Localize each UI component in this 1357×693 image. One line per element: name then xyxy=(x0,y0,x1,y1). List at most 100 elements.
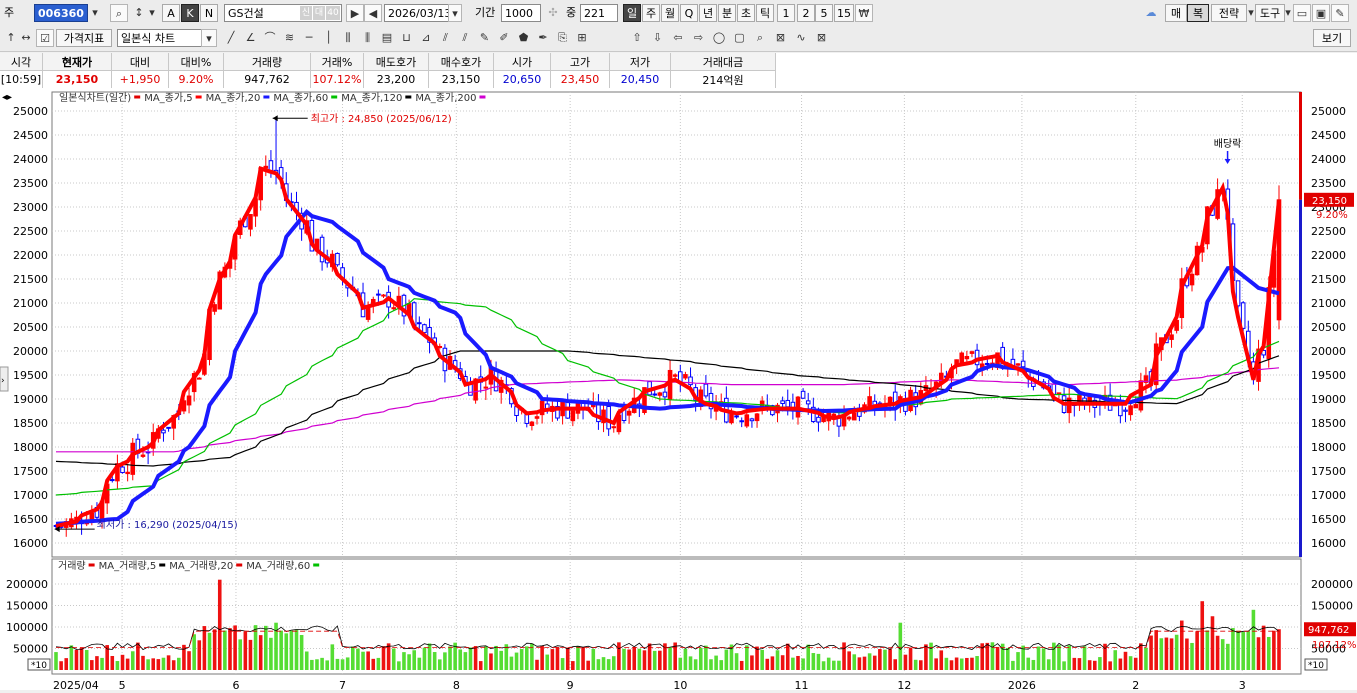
timeframe-button[interactable]: 1 xyxy=(777,4,795,22)
price-tick-label-left: 23500 xyxy=(13,177,48,190)
cross-tool-icon[interactable]: ⊠ xyxy=(772,29,790,47)
timeframe-button[interactable]: 15 xyxy=(834,4,854,22)
horizontal-line-icon[interactable]: ─ xyxy=(300,29,318,47)
dropdown-arrow-icon[interactable]: ▾ xyxy=(88,4,102,22)
arrow-up-tool-icon[interactable]: ⇧ xyxy=(628,29,646,47)
price-tick-label-right: 24500 xyxy=(1311,129,1346,142)
chevron-right-icon[interactable]: › xyxy=(1,376,5,386)
volume-bar xyxy=(299,635,304,670)
channel-tool-icon[interactable]: ⫽ xyxy=(437,29,455,47)
volume-bar xyxy=(499,650,503,670)
wrench-icon[interactable]: ✎ xyxy=(1331,4,1349,22)
volume-tick-label-left: 200000 xyxy=(6,578,48,591)
timeframe-button[interactable]: 틱 xyxy=(756,4,774,22)
timeframe-button[interactable]: 주 xyxy=(642,4,660,22)
count-input[interactable]: 221 xyxy=(580,4,618,22)
timeframe-button[interactable]: 분 xyxy=(718,4,736,22)
settings-icon[interactable]: ☑ xyxy=(36,29,54,47)
volume-bar xyxy=(1123,651,1128,670)
vertical-line-icon[interactable]: │ xyxy=(320,29,338,47)
quote-value-row: [10:59] 23,150 +1,950 9.20% 947,762 107.12% 23… xyxy=(0,70,776,88)
timeframe-button[interactable]: 2 xyxy=(797,4,815,22)
line-tool-icon[interactable]: ╱ xyxy=(222,29,240,47)
timeframe-button[interactable]: 일 xyxy=(623,4,641,22)
price-panel[interactable] xyxy=(51,91,1302,558)
zoom-tool-icon[interactable]: ⌕ xyxy=(751,29,769,47)
expand-left-icon[interactable]: ◂▸ xyxy=(2,92,12,103)
pen-tool-icon[interactable]: ✎ xyxy=(476,29,494,47)
timeframe-button[interactable]: 초 xyxy=(737,4,755,22)
view-button[interactable]: 보기 xyxy=(1313,29,1351,47)
chevron-down-icon[interactable]: ▾ xyxy=(201,29,217,47)
arrow-left-tool-icon[interactable]: ⇦ xyxy=(669,29,687,47)
arc-tool-icon[interactable]: ⌒ xyxy=(261,29,279,47)
strategy-button[interactable]: 전략 xyxy=(1211,4,1247,22)
k-button[interactable]: K xyxy=(181,4,199,22)
volume-bar xyxy=(622,648,626,670)
volume-bar xyxy=(1062,661,1066,670)
volume-tick-label-right: 200000 xyxy=(1311,578,1353,591)
save-icon[interactable]: ▣ xyxy=(1312,4,1330,22)
channel2-tool-icon[interactable]: ⫽ xyxy=(456,29,474,47)
table-tool-icon[interactable]: ▤ xyxy=(378,29,396,47)
grid3-tool-icon[interactable]: ⊞ xyxy=(573,29,591,47)
timeframe-button[interactable]: 5 xyxy=(815,4,833,22)
wave-tool-icon[interactable]: ∿ xyxy=(792,29,810,47)
volume-bar xyxy=(847,651,851,670)
a-button[interactable]: A xyxy=(162,4,180,22)
arrow-right-tool-icon[interactable]: ⇨ xyxy=(690,29,708,47)
copy-tool-icon[interactable]: ⎘ xyxy=(554,29,572,47)
date-field[interactable]: 2026/03/13 xyxy=(384,4,450,22)
n-button[interactable]: N xyxy=(200,4,218,22)
single-button[interactable]: 매 xyxy=(1165,4,1187,22)
quote-table: 시각 현재가 대비 대비% 거래량 거래% 매도호가 매수호가 시가 고가 저가 거래대금 [10:5… xyxy=(0,53,1357,90)
dropdown-arrow-icon[interactable]: ▾ xyxy=(1283,4,1293,22)
period-input[interactable]: 1000 xyxy=(501,4,541,22)
volume-bar xyxy=(745,645,749,670)
price-indicator-button[interactable]: 가격지표 xyxy=(56,29,112,47)
shape-tool-icon[interactable]: ⬟ xyxy=(515,29,533,47)
arrow-down-tool-icon[interactable]: ⇩ xyxy=(649,29,667,47)
volume-bar xyxy=(1036,646,1041,670)
angle-tool-icon[interactable]: ∠ xyxy=(242,29,260,47)
folder-icon[interactable]: ▭ xyxy=(1293,4,1311,22)
candle-body xyxy=(800,390,806,399)
x-tick-label: 11 xyxy=(795,679,809,690)
rect-tool-icon[interactable]: ▢ xyxy=(731,29,749,47)
dropdown-arrow-icon[interactable]: ▾ xyxy=(146,4,158,22)
multi-button[interactable]: 복 xyxy=(1187,4,1209,22)
grid-tool-icon[interactable]: ⫼ xyxy=(339,29,357,47)
play-prev-icon[interactable]: ◀ xyxy=(364,4,382,22)
play-next-icon[interactable]: ▶ xyxy=(346,4,364,22)
brush-tool-icon[interactable]: ✒ xyxy=(534,29,552,47)
candle-body xyxy=(785,399,791,408)
close-tool-icon[interactable]: ⊠ xyxy=(813,29,831,47)
volume-bar xyxy=(555,646,560,670)
search-icon[interactable]: ⌕ xyxy=(110,4,128,22)
cloud-icon[interactable]: ☁ xyxy=(1142,4,1160,22)
fan-tool-icon[interactable]: ≋ xyxy=(281,29,299,47)
won-icon[interactable]: ₩ xyxy=(855,4,873,22)
grid2-tool-icon[interactable]: ⫼ xyxy=(359,29,377,47)
crosshair-icon[interactable]: ✣ xyxy=(544,4,562,22)
cycle-tool-icon[interactable]: ⊔ xyxy=(398,29,416,47)
candle-body xyxy=(1123,409,1128,412)
chart-svg[interactable]: 16000 16000 16500 16500 17000 17000 17500 17500… xyxy=(0,89,1357,692)
tools-button[interactable]: 도구 xyxy=(1255,4,1285,22)
chart-area[interactable]: 16000 16000 16500 16500 17000 17000 17500 17500… xyxy=(0,89,1357,692)
expand-horizontal-icon[interactable]: ↔ xyxy=(17,29,35,47)
circle-tool-icon[interactable]: ◯ xyxy=(710,29,728,47)
stock-code-input[interactable]: 006360 xyxy=(34,4,88,22)
timeframe-button[interactable]: 월 xyxy=(661,4,679,22)
volume-bar xyxy=(345,657,350,670)
market-label: 주 xyxy=(4,6,15,19)
timeframe-button[interactable]: 년 xyxy=(699,4,717,22)
price-tick-label-left: 24000 xyxy=(13,153,48,166)
volume-bar xyxy=(893,659,898,670)
price-tick-label-right: 23500 xyxy=(1311,177,1346,190)
candle-body xyxy=(887,396,893,403)
pencil-tool-icon[interactable]: ✐ xyxy=(495,29,513,47)
triangle-tool-icon[interactable]: ⊿ xyxy=(417,29,435,47)
calendar-dropdown-icon[interactable]: ▾ xyxy=(448,4,462,22)
timeframe-button[interactable]: Q xyxy=(680,4,698,22)
